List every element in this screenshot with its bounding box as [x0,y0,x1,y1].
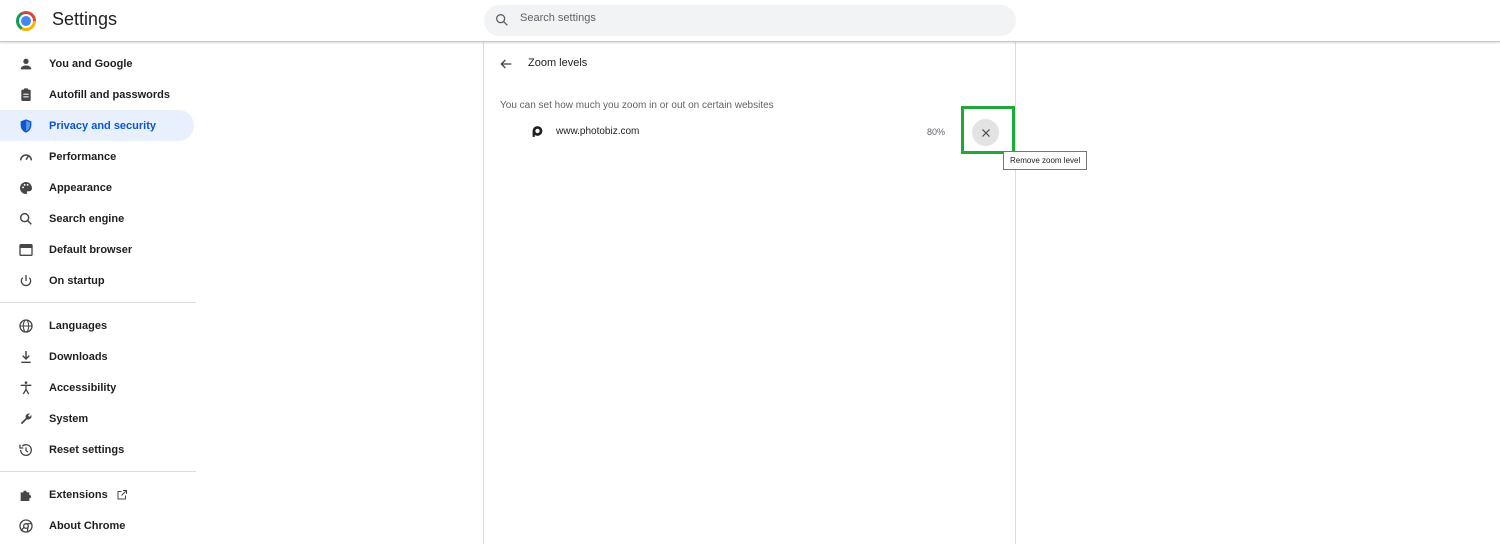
chrome-logo-icon [16,11,36,31]
sidebar: You and Google Autofill and passwords Pr… [0,48,196,541]
sidebar-item-on-startup[interactable]: On startup [0,265,194,296]
site-name: www.photobiz.com [556,126,640,137]
sidebar-item-search-engine[interactable]: Search engine [0,203,194,234]
accessibility-icon [18,380,34,396]
history-icon [18,442,34,458]
sidebar-item-appearance[interactable]: Appearance [0,172,194,203]
chrome-icon [18,518,34,534]
sidebar-item-label: Reset settings [49,443,125,456]
sidebar-item-label: About Chrome [49,519,126,532]
search-icon [18,211,34,227]
sidebar-divider [0,302,196,303]
person-icon [18,56,34,72]
sidebar-item-label: System [49,412,89,425]
top-bar: Settings [0,0,1500,42]
sidebar-item-performance[interactable]: Performance [0,141,194,172]
sidebar-item-label: Privacy and security [49,119,157,132]
sidebar-item-extensions[interactable]: Extensions [0,479,194,510]
open-in-new-icon [117,489,127,499]
sidebar-item-languages[interactable]: Languages [0,310,194,341]
speedometer-icon [18,149,34,165]
sidebar-item-label: Languages [49,319,108,332]
sidebar-item-label: Performance [49,150,117,163]
search-input[interactable] [520,12,1000,24]
search-box[interactable] [484,5,1016,36]
sidebar-divider [0,471,196,472]
zoom-level-value: 80% [927,127,946,137]
sidebar-item-system[interactable]: System [0,403,194,434]
clipboard-icon [18,87,34,103]
sidebar-item-downloads[interactable]: Downloads [0,341,194,372]
sidebar-item-default-browser[interactable]: Default browser [0,234,194,265]
list-item: www.photobiz.com 80% [484,118,1016,146]
sidebar-item-accessibility[interactable]: Accessibility [0,372,194,403]
zoom-levels-panel: Zoom levels You can set how much you zoo… [483,42,1016,544]
wrench-icon [18,411,34,427]
sidebar-item-privacy-and-security[interactable]: Privacy and security [0,110,194,141]
sidebar-item-label: Downloads [49,350,108,363]
sidebar-item-label: Extensions [49,488,108,501]
remove-zoom-level-tooltip: Remove zoom level [1003,151,1088,170]
globe-icon [18,318,34,334]
sidebar-item-label: Appearance [49,181,112,194]
power-icon [18,273,34,289]
browser-window-icon [18,242,34,258]
sidebar-item-label: Default browser [49,243,133,256]
site-favicon-icon [532,126,543,137]
zoom-levels-description: You can set how much you zoom in or out … [500,100,774,111]
back-arrow-icon[interactable] [498,56,514,72]
search-icon [496,13,508,26]
close-icon [981,128,990,137]
remove-zoom-level-button[interactable] [972,119,999,146]
sidebar-item-label: Accessibility [49,381,117,394]
sidebar-item-reset-settings[interactable]: Reset settings [0,434,194,465]
download-icon [18,349,34,365]
sidebar-item-you-and-google[interactable]: You and Google [0,48,194,79]
sidebar-item-about-chrome[interactable]: About Chrome [0,510,194,541]
sidebar-item-label: You and Google [49,57,133,70]
puzzle-icon [18,487,34,503]
page-title: Zoom levels [528,57,588,69]
shield-icon [18,118,34,134]
app-title: Settings [52,9,118,29]
sidebar-item-label: Autofill and passwords [49,88,171,101]
sidebar-item-autofill[interactable]: Autofill and passwords [0,79,194,110]
sidebar-item-label: On startup [49,274,105,287]
sidebar-item-label: Search engine [49,212,125,225]
palette-icon [18,180,34,196]
